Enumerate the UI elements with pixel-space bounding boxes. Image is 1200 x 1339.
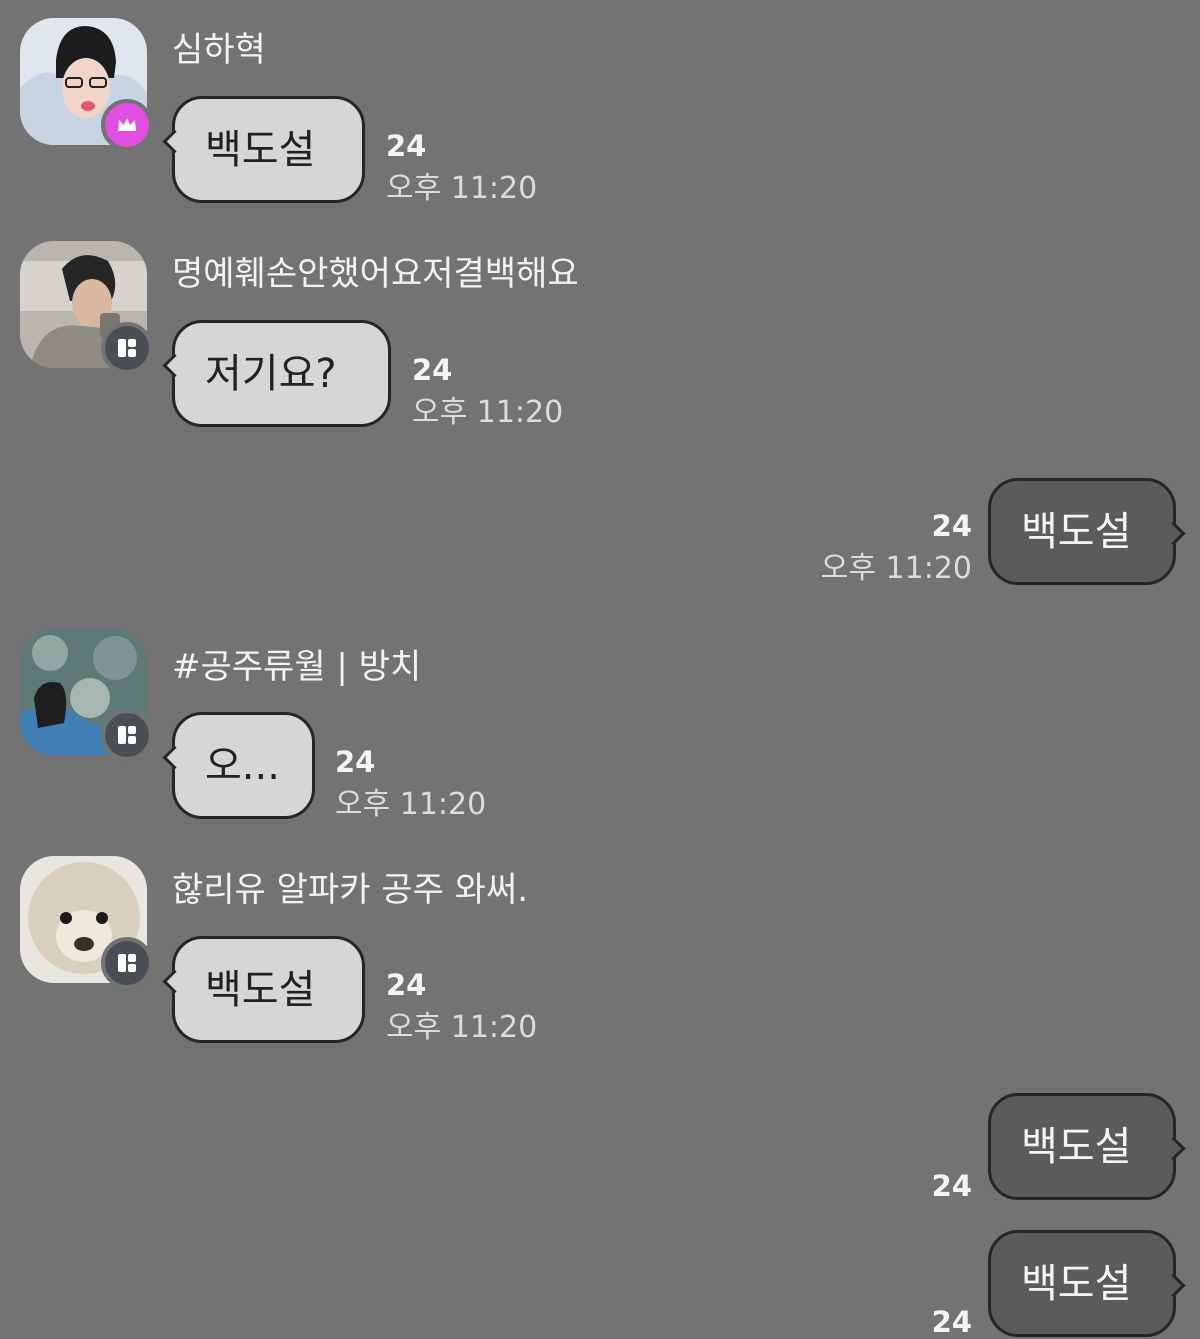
host-badge	[101, 99, 153, 151]
message-text: 오...	[205, 742, 280, 789]
unread-count: 24	[931, 1305, 972, 1339]
message-time: 오후 11:20	[386, 1010, 538, 1045]
unread-count: 24	[931, 509, 972, 543]
unread-count: 24	[412, 353, 453, 387]
message-time: 오후 11:20	[335, 787, 487, 822]
message-time: 오후 11:20	[412, 395, 564, 430]
message-text: 저기요?	[205, 350, 337, 397]
member-icon	[118, 339, 136, 357]
crown-icon	[118, 118, 136, 131]
message-bubble[interactable]: 백도설	[162, 936, 365, 1043]
message-time: 오후 11:20	[820, 551, 972, 586]
unread-count: 24	[386, 968, 427, 1002]
message-text: 백도설	[1021, 508, 1132, 555]
unread-count: 24	[335, 745, 376, 779]
message-bubble[interactable]: 저기요?	[162, 320, 391, 427]
message-text: 백도설	[1021, 1123, 1132, 1170]
message-bubble[interactable]: 백도설	[162, 96, 365, 203]
member-badge	[101, 709, 153, 761]
member-badge	[101, 937, 153, 989]
sender-name: 핞리유 알파카 공주 와써.	[172, 870, 529, 910]
sender-name: 심하혁	[172, 30, 266, 70]
unread-count: 24	[931, 1169, 972, 1203]
message-text: 백도설	[1021, 1260, 1132, 1307]
message-bubble[interactable]: 백도설	[988, 1230, 1186, 1337]
sender-name: 명예훼손안했어요저결백해요	[172, 254, 579, 294]
member-badge	[101, 322, 153, 374]
member-icon	[118, 954, 136, 972]
message-text: 백도설	[205, 126, 316, 173]
message-bubble[interactable]: 백도설	[988, 1093, 1186, 1200]
message-text: 백도설	[205, 966, 316, 1013]
message-bubble[interactable]: 백도설	[988, 478, 1186, 585]
sender-name: #공주류월 | 방치	[172, 647, 422, 687]
member-icon	[118, 726, 136, 744]
message-time: 오후 11:20	[386, 171, 538, 206]
unread-count: 24	[386, 129, 427, 163]
message-bubble[interactable]: 오...	[162, 712, 315, 819]
